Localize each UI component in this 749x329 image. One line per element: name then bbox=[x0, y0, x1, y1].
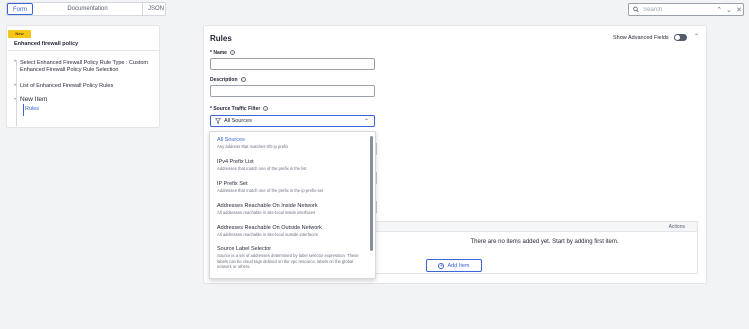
nav-item-rules-list[interactable]: List of Enhanced Firewall Policy Rules bbox=[20, 83, 160, 90]
source-filter-label-text: * Source Traffic Filter bbox=[210, 106, 261, 112]
dropdown-option[interactable]: Addresses Reachable On Outside Network A… bbox=[217, 224, 367, 238]
table-body: There are no items added yet. Start by a… bbox=[371, 232, 698, 274]
top-bar: Form Documentation JSON ⌃ ⌄ ✕ bbox=[0, 0, 749, 18]
advanced-fields-label: Show Advanced Fields bbox=[613, 35, 669, 41]
info-icon: i bbox=[240, 77, 246, 83]
tree-node-icon: • bbox=[14, 97, 17, 103]
description-field[interactable] bbox=[210, 85, 375, 97]
chevron-up-icon: ⌃ bbox=[363, 119, 369, 125]
dropdown-option[interactable]: Source Label Selector Source is a set of… bbox=[217, 245, 367, 270]
dropdown-option[interactable]: All Sources Any address that matches 0/0… bbox=[217, 136, 367, 150]
source-traffic-filter-select[interactable]: All Sources ⌃ bbox=[210, 115, 375, 127]
filter-icon bbox=[215, 118, 221, 124]
nav-item-rule-type[interactable]: Select Enhanced Firewall Policy Rule Typ… bbox=[20, 60, 160, 74]
option-title: All Sources bbox=[217, 137, 245, 143]
active-indicator bbox=[23, 104, 24, 116]
divider bbox=[8, 50, 160, 51]
actions-column-header: Actions bbox=[668, 224, 685, 230]
info-icon: i bbox=[263, 106, 269, 112]
option-title: Source Label Selector bbox=[217, 246, 272, 252]
nav-item-rules[interactable]: Rules bbox=[25, 106, 39, 112]
search-box: ⌃ ⌄ ✕ bbox=[628, 3, 744, 16]
option-description: Addresses that match one of the prefix i… bbox=[217, 188, 324, 193]
plus-icon: + bbox=[438, 262, 445, 269]
name-label-text: * Name bbox=[210, 50, 227, 56]
search-prev-icon[interactable]: ⌃ bbox=[715, 6, 723, 14]
advanced-fields-toggle[interactable] bbox=[674, 34, 687, 41]
name-label: * Name i bbox=[210, 50, 235, 56]
dropdown-option[interactable]: IP Prefix Set Addresses that match one o… bbox=[217, 180, 367, 194]
search-input[interactable] bbox=[643, 6, 714, 13]
tree-node-icon: • bbox=[14, 83, 17, 89]
tab-documentation[interactable]: Documentation bbox=[33, 3, 143, 15]
search-next-icon[interactable]: ⌄ bbox=[725, 6, 733, 14]
nav-item-new-item[interactable]: New Item bbox=[20, 96, 160, 103]
add-item-label: Add Item bbox=[447, 262, 470, 269]
option-description: Source is a set of addresses determined … bbox=[217, 253, 359, 269]
toggle-knob bbox=[675, 35, 680, 40]
name-field[interactable] bbox=[210, 58, 375, 70]
view-tabs: Form Documentation JSON bbox=[6, 2, 166, 16]
option-title: Addresses Reachable On Outside Network bbox=[217, 225, 322, 231]
source-filter-dropdown: All Sources Any address that matches 0/0… bbox=[209, 131, 376, 279]
search-icon bbox=[633, 6, 639, 13]
tree-line bbox=[16, 60, 17, 126]
new-badge: New bbox=[8, 30, 31, 38]
option-description: Addresses that match one of the prefix i… bbox=[217, 166, 307, 171]
option-description: All addresses reachable in site-local in… bbox=[217, 210, 316, 215]
chevron-up-icon[interactable]: ⌃ bbox=[694, 33, 699, 40]
tab-json[interactable]: JSON bbox=[143, 3, 165, 15]
source-selected-value: All Sources bbox=[224, 118, 252, 124]
tab-form[interactable]: Form bbox=[7, 3, 33, 15]
option-description: Any address that matches 0/0 ip prefix bbox=[217, 144, 289, 149]
option-description: All addresses reachable in site-local ou… bbox=[217, 232, 318, 237]
left-nav-panel: New Enhanced firewall policy • Select En… bbox=[6, 25, 160, 128]
add-item-button[interactable]: + Add Item bbox=[426, 259, 482, 272]
table-header: Actions bbox=[371, 221, 698, 232]
option-title: IP Prefix Set bbox=[217, 181, 248, 187]
page-title: Rules bbox=[210, 34, 232, 43]
info-icon: i bbox=[229, 50, 235, 56]
dropdown-scrollbar[interactable] bbox=[370, 136, 373, 251]
panel-title: Enhanced firewall policy bbox=[14, 41, 79, 47]
description-label: Description i bbox=[210, 77, 246, 83]
option-title: IPv4 Prefix List bbox=[217, 159, 254, 165]
dropdown-option[interactable]: IPv4 Prefix List Addresses that match on… bbox=[217, 158, 367, 172]
source-filter-label: * Source Traffic Filter i bbox=[210, 106, 269, 112]
option-title: Addresses Reachable On Inside Network bbox=[217, 203, 318, 209]
close-icon[interactable]: ✕ bbox=[735, 6, 743, 14]
description-label-text: Description bbox=[210, 77, 238, 83]
tree-node-icon: • bbox=[14, 59, 17, 65]
empty-message: There are no items added yet. Start by a… bbox=[470, 239, 619, 245]
dropdown-option[interactable]: Addresses Reachable On Inside Network Al… bbox=[217, 202, 367, 216]
